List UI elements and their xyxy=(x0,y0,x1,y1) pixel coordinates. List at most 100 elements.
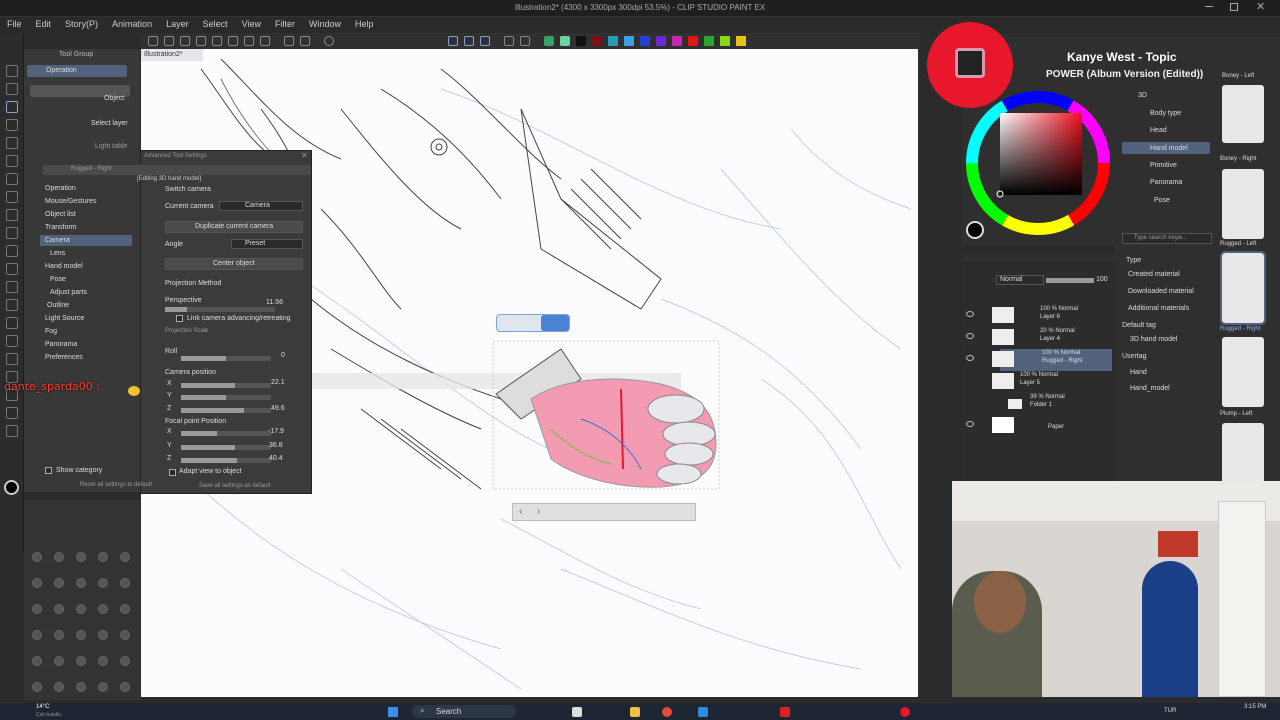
palette-dot[interactable] xyxy=(98,682,108,692)
palette-dot[interactable] xyxy=(98,578,108,588)
palette-dot[interactable] xyxy=(120,682,130,692)
category-transform[interactable]: Transform xyxy=(45,224,77,231)
fill-icon[interactable] xyxy=(6,299,18,311)
palette-dot[interactable] xyxy=(76,656,86,666)
balloon-icon[interactable] xyxy=(6,407,18,419)
zoom-tool-icon[interactable] xyxy=(6,65,18,77)
palette-dot[interactable] xyxy=(54,578,64,588)
palette-dot[interactable] xyxy=(120,578,130,588)
palette-dot[interactable] xyxy=(32,578,42,588)
palette-dot[interactable] xyxy=(76,604,86,614)
focal-x-slider[interactable] xyxy=(181,431,271,436)
palette-dot[interactable] xyxy=(76,630,86,640)
subtool-object-label[interactable]: Object xyxy=(104,95,124,102)
eye-icon[interactable] xyxy=(966,421,974,427)
category-mouse-gestures[interactable]: Mouse/Gestures xyxy=(45,198,96,205)
airbrush-icon[interactable] xyxy=(6,227,18,239)
tree-primitive[interactable]: Primitive xyxy=(1150,162,1177,169)
color-swatch-purple[interactable] xyxy=(656,36,666,46)
menu-animation[interactable]: Animation xyxy=(105,17,159,29)
palette-dot[interactable] xyxy=(32,630,42,640)
category-operation[interactable]: Operation xyxy=(45,185,76,192)
snap-icon[interactable] xyxy=(464,36,474,46)
palette-dot[interactable] xyxy=(98,552,108,562)
color-wheel[interactable] xyxy=(964,89,1114,239)
frame-icon[interactable] xyxy=(6,353,18,365)
correct-line-icon[interactable] xyxy=(6,425,18,437)
eyedropper-icon[interactable] xyxy=(6,155,18,167)
taskbar-app-icon[interactable] xyxy=(572,707,582,717)
save-defaults-link[interactable]: Save all settings as default xyxy=(199,483,270,489)
palette-dot[interactable] xyxy=(54,630,64,640)
hand-thumb[interactable] xyxy=(1220,251,1266,325)
eye-icon[interactable] xyxy=(966,355,974,361)
palette-dot[interactable] xyxy=(120,604,130,614)
maximize-icon[interactable] xyxy=(1230,3,1238,11)
lightbox-icon[interactable] xyxy=(560,36,570,46)
prev-object-icon[interactable]: ‹ xyxy=(519,506,522,517)
menu-edit[interactable]: Edit xyxy=(29,17,59,29)
color-swatch-green[interactable] xyxy=(704,36,714,46)
weather-temp[interactable]: 14°C xyxy=(36,704,49,710)
focal-y-slider[interactable] xyxy=(181,445,271,450)
category-pose[interactable]: Pose xyxy=(50,276,66,283)
tree-pose[interactable]: Pose xyxy=(1154,197,1170,204)
flip-icon[interactable] xyxy=(504,36,514,46)
layer-row[interactable] xyxy=(962,415,1116,437)
color-swatch-yellow[interactable] xyxy=(736,36,746,46)
grid-icon[interactable] xyxy=(480,36,490,46)
clip-studio-icon[interactable] xyxy=(900,707,910,717)
eye-icon[interactable] xyxy=(966,333,974,339)
layer-row[interactable] xyxy=(962,305,1116,327)
taskbar-search-box[interactable] xyxy=(412,705,516,718)
auto-select-icon[interactable] xyxy=(6,137,18,149)
palette-dot[interactable] xyxy=(32,682,42,692)
show-category-checkbox[interactable] xyxy=(45,467,52,474)
menu-story[interactable]: Story(P) xyxy=(58,17,105,29)
subtool-operation[interactable] xyxy=(27,65,127,77)
move-tool-icon[interactable] xyxy=(6,83,18,95)
tag-created[interactable]: Created material xyxy=(1128,271,1180,278)
close-icon[interactable]: ✕ xyxy=(1256,0,1265,13)
category-preferences[interactable]: Preferences xyxy=(45,354,83,361)
decoration-icon[interactable] xyxy=(6,245,18,257)
chrome-icon[interactable] xyxy=(662,707,672,717)
tree-body-type[interactable]: Body type xyxy=(1150,110,1181,117)
tag-hand[interactable]: Hand xyxy=(1130,369,1147,376)
tag-usertag[interactable]: Usertag xyxy=(1122,353,1147,360)
palette-dot[interactable] xyxy=(98,604,108,614)
color-swatch-teal[interactable] xyxy=(608,36,618,46)
redo-icon[interactable] xyxy=(300,36,310,46)
clock[interactable]: 3:15 PM xyxy=(1244,704,1266,710)
menu-select[interactable]: Select xyxy=(196,17,235,29)
tag-hand-model[interactable]: Hand_model xyxy=(1130,385,1170,392)
main-color-chip[interactable] xyxy=(966,221,984,239)
blend-icon[interactable] xyxy=(6,281,18,293)
link-camera-checkbox[interactable] xyxy=(176,315,183,322)
share-icon[interactable] xyxy=(212,36,222,46)
taskbar-app-icon[interactable] xyxy=(630,707,640,717)
next-object-icon[interactable]: › xyxy=(537,506,540,517)
transparency-icon[interactable] xyxy=(544,36,554,46)
3d-move-manipulator[interactable] xyxy=(495,292,655,306)
menu-filter[interactable]: Filter xyxy=(268,17,302,29)
palette-dot[interactable] xyxy=(54,604,64,614)
hand-thumb[interactable] xyxy=(1222,337,1264,407)
hand-thumb[interactable] xyxy=(1222,423,1264,483)
camera-z-slider[interactable] xyxy=(181,408,271,413)
color-swatch-lightblue[interactable] xyxy=(624,36,634,46)
adapt-view-checkbox[interactable] xyxy=(169,469,176,476)
category-fog[interactable]: Fog xyxy=(45,328,57,335)
color-swatch-lime[interactable] xyxy=(720,36,730,46)
new-file-icon[interactable] xyxy=(148,36,158,46)
palette-dot[interactable] xyxy=(54,656,64,666)
subtool-select-layer-label[interactable]: Select layer xyxy=(91,120,128,127)
menu-help[interactable]: Help xyxy=(348,17,381,29)
tag-additional[interactable]: Additional materials xyxy=(1128,305,1189,312)
category-panorama[interactable]: Panorama xyxy=(45,341,77,348)
palette-dot[interactable] xyxy=(32,604,42,614)
main-color-icon[interactable] xyxy=(4,480,19,495)
category-camera[interactable]: Camera xyxy=(45,237,70,244)
export-icon[interactable] xyxy=(196,36,206,46)
color-swatch-blue[interactable] xyxy=(640,36,650,46)
